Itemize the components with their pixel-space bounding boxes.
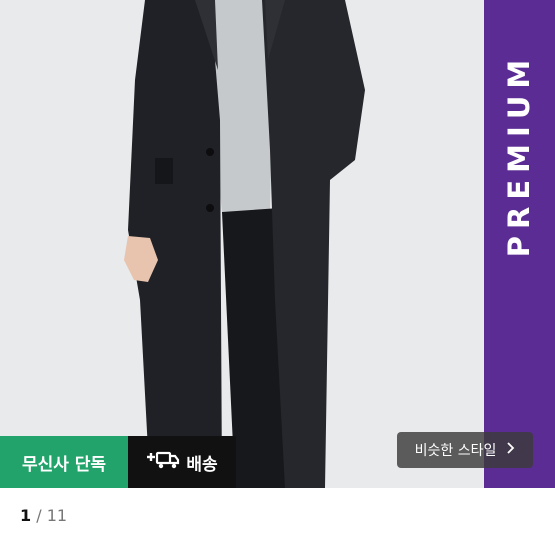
delivery-badge: 배송 [128,436,236,488]
premium-label: PREMIUM [502,52,536,258]
plus-truck-icon [146,450,180,475]
image-pager: 1 / 11 [20,506,67,525]
exclusive-badge: 무신사 단독 [0,436,128,488]
pager-total: 11 [46,506,68,525]
similar-style-button[interactable]: 비슷한 스타일 [397,432,533,468]
delivery-label: 배송 [186,454,218,475]
pager-separator: / [31,506,47,525]
similar-style-label: 비슷한 스타일 [414,443,497,459]
chevron-right-icon [506,441,515,459]
product-image[interactable] [0,0,555,488]
pager-current: 1 [20,506,32,525]
exclusive-label: 무신사 단독 [21,454,107,475]
